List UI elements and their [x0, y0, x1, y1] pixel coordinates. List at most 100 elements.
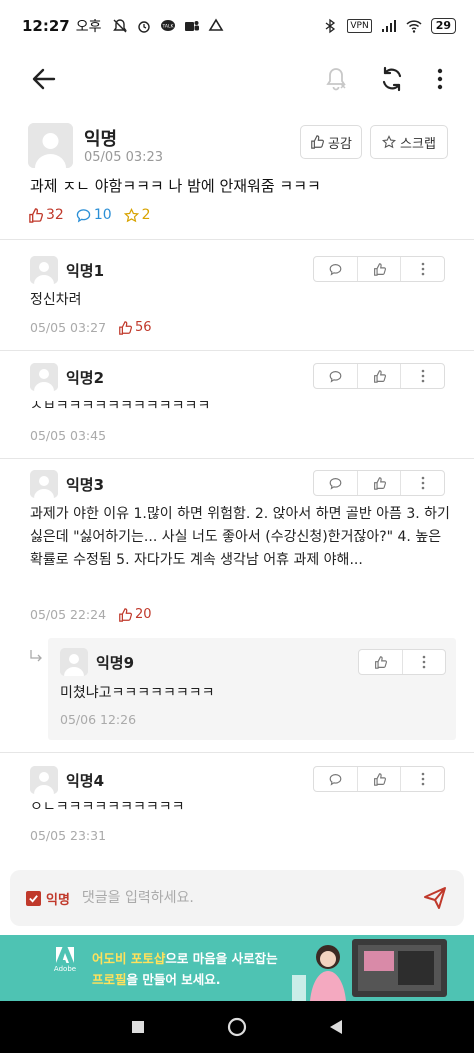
post-avatar [28, 123, 73, 168]
scrap-count-value: 2 [141, 207, 151, 223]
talk-icon: TALK [160, 20, 175, 31]
ad-banner[interactable]: Adobe 어도비 포토샵으로 마음을 사로잡는 프로필을 만들어 보세요. [0, 935, 474, 1001]
comment-input-bar: 익명 [10, 870, 464, 926]
reply-item: 익명9 미쳤냐고ㅋㅋㅋㅋㅋㅋㅋㅋ 05/06 12:26 [48, 638, 456, 740]
reply-button[interactable] [314, 364, 358, 388]
more-vertical-icon[interactable] [430, 65, 450, 93]
ad-line-2-rest: 을 만들어 보세요. [126, 972, 221, 987]
battery-indicator: 29 [430, 18, 456, 34]
scrap-button-label: 스크랩 [400, 136, 436, 152]
reply-actions [358, 649, 446, 675]
comment-more-button[interactable] [401, 471, 444, 495]
comment-author: 익명3 [66, 476, 105, 494]
more-vertical-icon [421, 476, 424, 490]
app-bar [0, 55, 474, 103]
more-vertical-icon [421, 262, 424, 276]
like-count-value: 32 [46, 207, 64, 223]
comment-like-button[interactable] [358, 471, 402, 495]
adobe-logo: Adobe [52, 947, 78, 989]
comment-actions [313, 470, 445, 496]
comment-meta: 05/05 03:27 56 [30, 320, 152, 335]
reply-button[interactable] [314, 257, 358, 281]
comment-item: 익명1 정신차려 05/05 03:27 56 [0, 256, 474, 351]
ad-line-1-rest: 으로 마음을 사로잡는 [165, 951, 278, 966]
notification-off-icon[interactable] [322, 65, 350, 93]
comment-avatar [30, 363, 58, 391]
reply-author: 익명9 [96, 654, 135, 672]
comment-avatar [30, 470, 58, 498]
thumbs-up-icon [373, 772, 386, 786]
send-icon[interactable] [422, 885, 448, 911]
comment-author: 익명1 [66, 262, 105, 280]
more-vertical-icon [421, 369, 424, 383]
comment-count-value: 10 [93, 207, 112, 223]
reply-button[interactable] [314, 471, 358, 495]
comment-avatar [30, 766, 58, 794]
reply-more-button[interactable] [403, 650, 446, 674]
status-ampm: 오후 [75, 19, 102, 35]
comment-text: ㅇㄴㅋㅋㅋㅋㅋㅋㅋㅋㅋㅋ [30, 799, 185, 815]
comment-like-button[interactable] [358, 364, 402, 388]
comment-author: 익명4 [66, 772, 105, 790]
status-time: 12:27 [22, 17, 70, 35]
scrap-button[interactable]: 스크랩 [370, 125, 448, 159]
teams-icon [184, 21, 199, 31]
thumbs-up-icon [119, 607, 133, 622]
comment-bubble-icon [76, 208, 91, 223]
thumbs-up-icon [373, 262, 386, 276]
comment-bubble-icon [329, 263, 342, 276]
check-icon [29, 894, 38, 903]
comment-date: 05/05 23:31 [30, 828, 107, 843]
comment-like-count: 20 [118, 607, 152, 622]
comment-actions [313, 766, 445, 792]
comment-like-value: 56 [135, 320, 152, 335]
comment-actions [313, 256, 445, 282]
thumbs-up-icon [373, 369, 386, 383]
recents-icon[interactable] [130, 1019, 146, 1035]
anonymous-checkbox[interactable] [26, 890, 41, 906]
thumbs-up-icon [374, 655, 387, 669]
back-triangle-icon[interactable] [328, 1018, 344, 1036]
comment-bubble-icon [329, 773, 342, 786]
default-avatar-icon [60, 648, 88, 676]
comment-like-button[interactable] [358, 257, 402, 281]
post-scrap-count: 2 [123, 207, 151, 223]
comment-bubble-icon [329, 370, 342, 383]
thumbs-up-icon [29, 207, 43, 223]
ad-illustration [292, 935, 474, 1001]
comment-item: 익명4 ㅇㄴㅋㅋㅋㅋㅋㅋㅋㅋㅋㅋ 05/05 23:31 [0, 766, 474, 856]
like-button[interactable]: 공감 [300, 125, 362, 159]
default-avatar-icon [30, 256, 58, 284]
comment-item: 익명3 과제가 야한 이유 1.많이 하면 위험함. 2. 앉아서 하면 골반 … [0, 470, 474, 630]
comment-text: 정신차려 [30, 292, 82, 308]
comment-item: 익명2 ㅅㅂㅋㅋㅋㅋㅋㅋㅋㅋㅋㅋㅋㅋ 05/05 03:45 [0, 363, 474, 459]
default-avatar-icon [30, 766, 58, 794]
default-avatar-icon [30, 363, 58, 391]
wifi-icon [406, 20, 422, 33]
ad-line-1: 어도비 포토샵으로 마음을 사로잡는 [92, 948, 278, 967]
comment-more-button[interactable] [401, 364, 444, 388]
adobe-logo-icon [56, 947, 74, 963]
back-arrow-icon[interactable] [30, 65, 58, 93]
comment-input[interactable] [81, 890, 402, 906]
comment-like-count: 56 [118, 320, 152, 335]
divider [0, 752, 474, 753]
comment-like-button[interactable] [358, 767, 402, 791]
reply-like-button[interactable] [359, 650, 403, 674]
system-nav-bar [0, 1001, 474, 1053]
thumbs-up-icon [311, 135, 324, 149]
post: 익명 05/05 03:23 공감 스크랩 과제 ㅈㄴ 야함ㅋㅋㅋ 나 밤에 안… [0, 115, 474, 240]
refresh-icon[interactable] [378, 65, 406, 93]
reply-text: 미쳤냐고ㅋㅋㅋㅋㅋㅋㅋㅋ [60, 685, 215, 701]
ad-line-1-highlight: 어도비 포토샵 [92, 951, 166, 966]
comment-more-button[interactable] [401, 257, 444, 281]
reply-button[interactable] [314, 767, 358, 791]
alarm-icon [137, 21, 150, 33]
post-body: 과제 ㅈㄴ 야함ㅋㅋㅋ 나 밤에 안재워줌 ㅋㅋㅋ [30, 177, 321, 195]
vpn-badge: VPN [347, 19, 372, 33]
comment-more-button[interactable] [401, 767, 444, 791]
reply-avatar [60, 648, 88, 676]
app-icon [208, 18, 223, 31]
post-date: 05/05 03:23 [84, 150, 164, 165]
home-icon[interactable] [226, 1016, 248, 1038]
